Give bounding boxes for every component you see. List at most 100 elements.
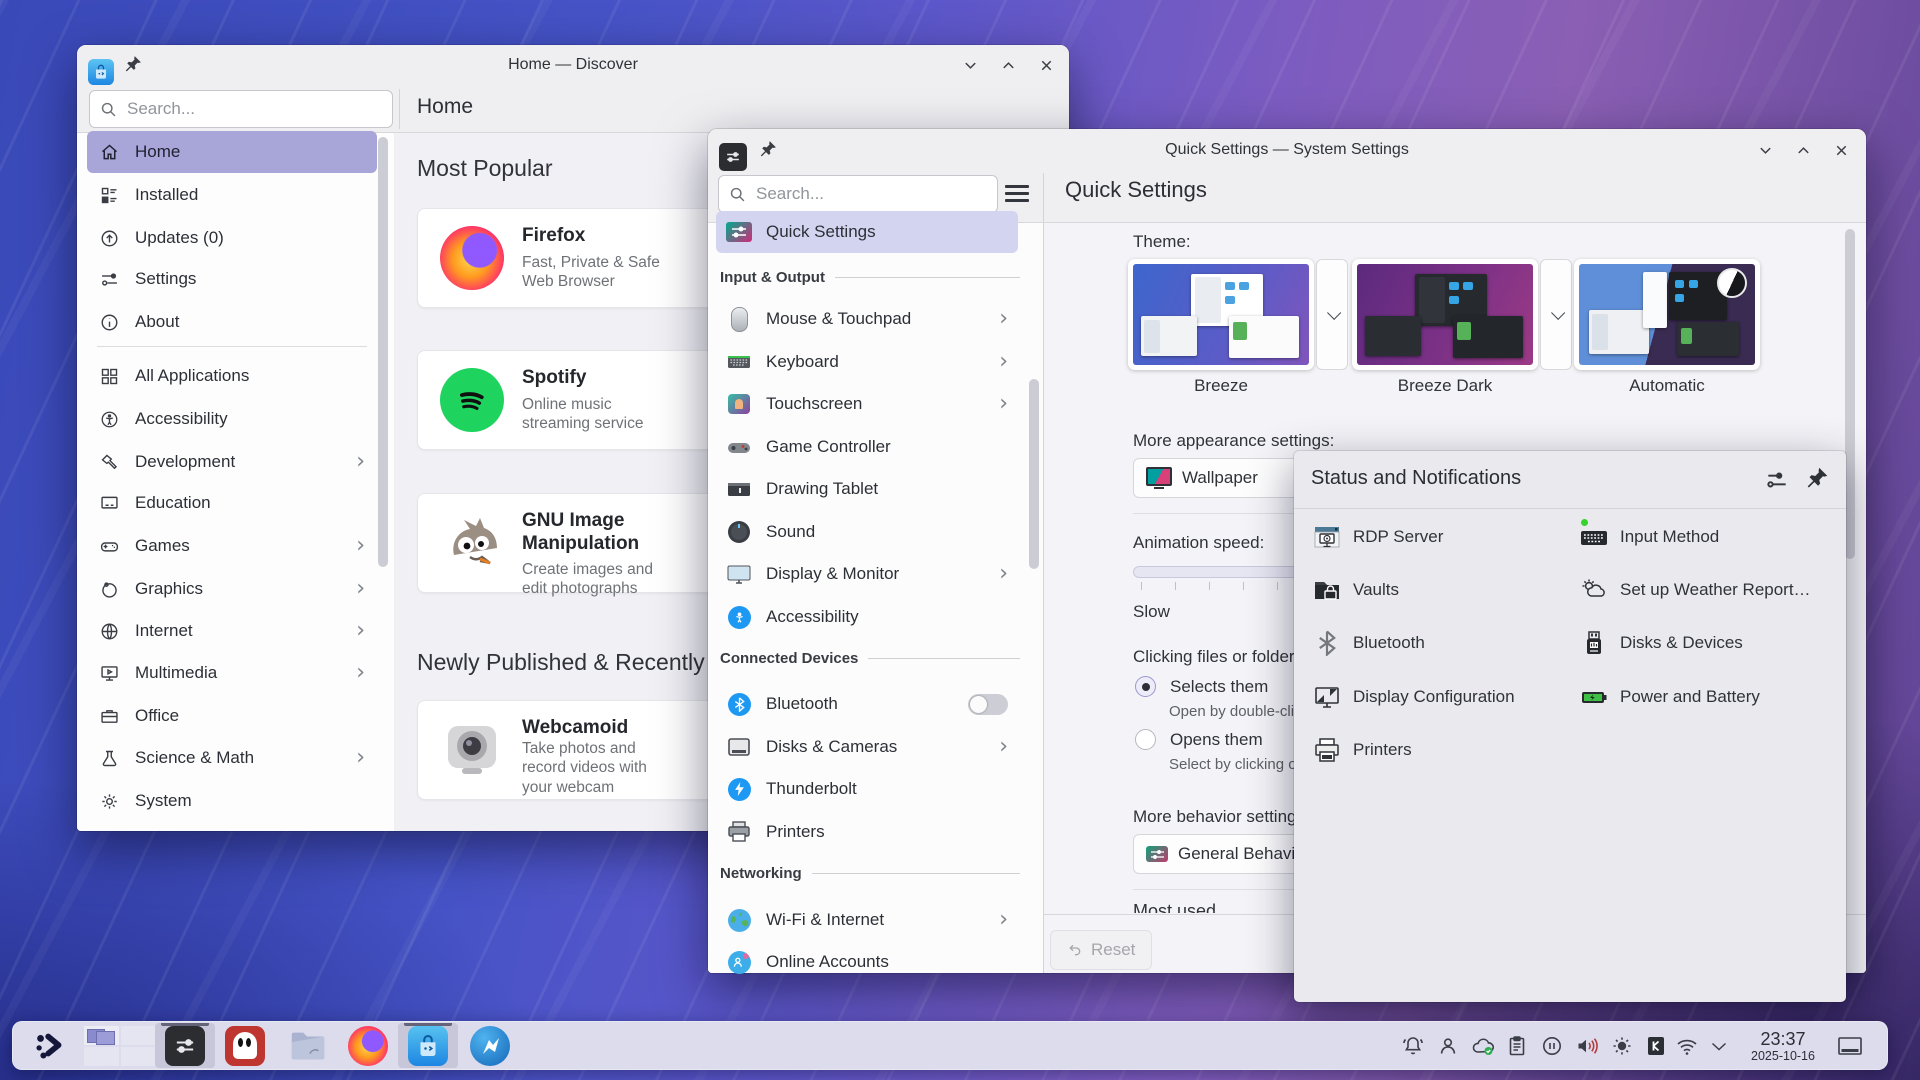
sidebar-item-all-applications[interactable]: All Applications bbox=[87, 355, 377, 397]
battery-icon bbox=[1580, 683, 1608, 711]
theme-option-breeze[interactable] bbox=[1128, 259, 1348, 370]
bluetooth-toggle[interactable] bbox=[968, 694, 1008, 715]
sidebar-item-games[interactable]: Games› bbox=[87, 525, 377, 567]
user-switcher-icon[interactable] bbox=[1431, 1023, 1465, 1068]
media-pause-icon[interactable] bbox=[1535, 1023, 1569, 1068]
close-button[interactable] bbox=[1035, 54, 1057, 76]
discover-search-input[interactable] bbox=[125, 98, 382, 120]
maximize-button[interactable] bbox=[1792, 139, 1814, 161]
theme-option-breeze-dark[interactable] bbox=[1352, 259, 1572, 370]
volume-icon[interactable] bbox=[1571, 1023, 1605, 1068]
nav-item-thunderbolt[interactable]: Thunderbolt bbox=[716, 768, 1018, 810]
theme-option-automatic[interactable] bbox=[1574, 259, 1760, 370]
desktop-3-cell[interactable] bbox=[84, 1047, 119, 1066]
popup-item-display-configuration[interactable]: Display Configuration bbox=[1313, 680, 1515, 714]
sidebar-item-development[interactable]: Development› bbox=[87, 441, 377, 483]
nav-item-accessibility[interactable]: Accessibility bbox=[716, 596, 1018, 638]
task-file-manager[interactable] bbox=[278, 1023, 338, 1068]
discover-sidebar-scrollbar[interactable] bbox=[378, 137, 388, 567]
system-gear-icon bbox=[99, 791, 120, 812]
sidebar-item-about[interactable]: About bbox=[87, 301, 377, 343]
radio-opens-them[interactable]: Opens them bbox=[1135, 729, 1263, 750]
sidebar-item-accessibility[interactable]: Accessibility bbox=[87, 398, 377, 440]
popup-item-weather[interactable]: Set up Weather Report… bbox=[1580, 573, 1811, 607]
task-discover[interactable] bbox=[398, 1023, 458, 1068]
popup-item-printers[interactable]: Printers bbox=[1313, 733, 1412, 767]
digital-clock[interactable]: 23:37 2025-10-16 bbox=[1742, 1025, 1824, 1067]
settings-titlebar[interactable]: Quick Settings — System Settings bbox=[708, 129, 1866, 171]
show-desktop-icon[interactable] bbox=[1830, 1023, 1870, 1068]
nav-item-keyboard[interactable]: Keyboard› bbox=[716, 341, 1018, 383]
maximize-button[interactable] bbox=[997, 54, 1019, 76]
nav-item-bluetooth[interactable]: Bluetooth bbox=[716, 683, 1018, 725]
sidebar-item-system[interactable]: System bbox=[87, 780, 377, 822]
wallpaper-mini-icon bbox=[1146, 467, 1172, 489]
nav-item-printers[interactable]: Printers bbox=[716, 811, 1018, 853]
sidebar-item-updates[interactable]: Updates (0) bbox=[87, 217, 377, 259]
nav-item-online-accounts[interactable]: Online Accounts bbox=[716, 941, 1018, 983]
nav-group-header: Networking bbox=[720, 865, 1020, 882]
sidebar-item-graphics[interactable]: Graphics› bbox=[87, 568, 377, 610]
sidebar-item-installed[interactable]: Installed bbox=[87, 174, 377, 216]
expand-tray-chevron-icon[interactable] bbox=[1702, 1023, 1736, 1068]
keyboard-layout-icon[interactable] bbox=[1639, 1023, 1673, 1068]
settings-search-input[interactable] bbox=[754, 183, 987, 205]
slow-label: Slow bbox=[1133, 602, 1170, 622]
popup-item-rdp-server[interactable]: RDP Server bbox=[1313, 520, 1443, 554]
minimize-button[interactable] bbox=[1754, 139, 1776, 161]
task-system-settings[interactable] bbox=[155, 1023, 215, 1068]
task-ghostwriter[interactable] bbox=[216, 1023, 274, 1068]
popup-item-bluetooth[interactable]: Bluetooth bbox=[1313, 626, 1425, 660]
breeze-variant-chevron-button[interactable] bbox=[1316, 259, 1348, 370]
discover-titlebar[interactable]: Home — Discover bbox=[77, 45, 1069, 85]
settings-sidebar-scrollbar[interactable] bbox=[1029, 379, 1039, 569]
sidebar-item-home[interactable]: Home bbox=[87, 131, 377, 173]
settings-content-scrollbar[interactable] bbox=[1845, 229, 1855, 559]
sidebar-item-multimedia[interactable]: Multimedia› bbox=[87, 652, 377, 694]
sidebar-item-science-math[interactable]: Science & Math› bbox=[87, 737, 377, 779]
breeze-dark-variant-chevron-button[interactable] bbox=[1540, 259, 1572, 370]
nav-item-mouse-touchpad[interactable]: Mouse & Touchpad› bbox=[716, 298, 1018, 340]
popup-item-input-method[interactable]: Input Method bbox=[1580, 520, 1719, 554]
sidebar-item-internet[interactable]: Internet› bbox=[87, 610, 377, 652]
night-light-icon[interactable] bbox=[1605, 1023, 1639, 1068]
notifications-bell-icon[interactable] bbox=[1396, 1023, 1430, 1068]
nav-item-disks-cameras[interactable]: Disks & Cameras› bbox=[716, 726, 1018, 768]
hamburger-menu-icon[interactable] bbox=[1005, 181, 1029, 206]
nav-item-sound[interactable]: Sound bbox=[716, 511, 1018, 553]
radio-sub: Open by double-click bbox=[1169, 703, 1309, 720]
desktop-4-cell[interactable] bbox=[121, 1047, 156, 1066]
desktop-1-cell[interactable] bbox=[84, 1026, 119, 1045]
reset-button[interactable]: Reset bbox=[1050, 930, 1152, 970]
popup-item-disks-devices[interactable]: Disks & Devices bbox=[1580, 626, 1743, 660]
firefox-icon bbox=[440, 226, 504, 290]
task-konqueror[interactable] bbox=[460, 1023, 520, 1068]
sidebar-item-office[interactable]: Office bbox=[87, 695, 377, 737]
desktop-2-cell[interactable] bbox=[121, 1026, 156, 1045]
wifi-icon[interactable] bbox=[1670, 1023, 1704, 1068]
radio-selects-them[interactable]: Selects them bbox=[1135, 676, 1268, 697]
cloud-status-icon[interactable] bbox=[1466, 1023, 1500, 1068]
sidebar-item-education[interactable]: Education bbox=[87, 482, 377, 524]
sidebar-item-settings[interactable]: Settings bbox=[87, 258, 377, 300]
minimize-button[interactable] bbox=[959, 54, 981, 76]
discover-search[interactable] bbox=[89, 90, 393, 128]
popup-item-vaults[interactable]: Vaults bbox=[1313, 573, 1399, 607]
nav-item-quick-settings[interactable]: Quick Settings bbox=[716, 211, 1018, 253]
display-icon bbox=[726, 561, 752, 587]
task-firefox[interactable] bbox=[338, 1023, 398, 1068]
nav-item-game-controller[interactable]: Game Controller bbox=[716, 426, 1018, 468]
clipboard-icon[interactable] bbox=[1500, 1023, 1534, 1068]
nav-item-touchscreen[interactable]: Touchscreen› bbox=[716, 383, 1018, 425]
virtual-desktop-pager[interactable] bbox=[82, 1023, 158, 1068]
nav-item-drawing-tablet[interactable]: Drawing Tablet bbox=[716, 468, 1018, 510]
settings-search[interactable] bbox=[718, 175, 998, 213]
close-button[interactable] bbox=[1830, 139, 1852, 161]
app-launcher-button[interactable] bbox=[22, 1023, 80, 1068]
nav-item-display-monitor[interactable]: Display & Monitor› bbox=[716, 553, 1018, 595]
configure-icon[interactable] bbox=[1764, 467, 1790, 498]
keyboard-icon bbox=[726, 349, 752, 375]
popup-item-power-battery[interactable]: Power and Battery bbox=[1580, 680, 1760, 714]
pin-icon[interactable] bbox=[1804, 465, 1830, 496]
nav-item-wifi-internet[interactable]: Wi-Fi & Internet› bbox=[716, 899, 1018, 941]
